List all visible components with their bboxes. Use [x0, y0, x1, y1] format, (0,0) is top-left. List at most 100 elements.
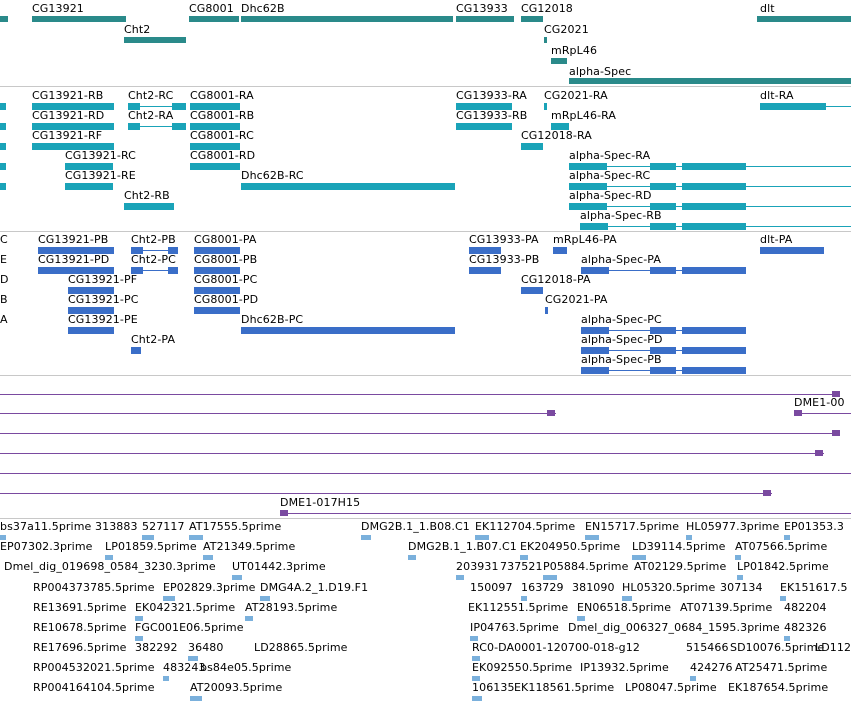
transcript-feature[interactable] [682, 223, 746, 230]
assembly-feature[interactable] [0, 493, 772, 494]
gene-feature[interactable] [544, 37, 547, 43]
transcript-feature[interactable] [0, 183, 6, 190]
transcript-feature[interactable] [0, 103, 6, 110]
edge-label: A [0, 313, 8, 326]
cds-label: alpha-Spec-PA [581, 253, 661, 266]
transcript-feature[interactable] [682, 203, 746, 210]
assembly-feature[interactable] [0, 433, 840, 434]
transcript-track: CG13921-RB Cht2-RC CG8001-RA CG13933-RA … [0, 87, 851, 231]
cds-label: CG13933-PA [469, 233, 539, 246]
est-feature[interactable] [472, 696, 482, 701]
assembly-feature[interactable] [0, 473, 851, 474]
est-label: EP02829.3prime [163, 581, 256, 594]
est-label: AT02129.5prime [634, 560, 727, 573]
cds-feature[interactable] [760, 247, 824, 254]
transcript-feature[interactable] [190, 163, 240, 170]
cds-feature[interactable] [194, 307, 240, 314]
transcript-feature[interactable] [0, 143, 6, 150]
transcript-feature[interactable] [544, 103, 547, 110]
cds-feature[interactable] [581, 367, 609, 374]
gene-label: CG13921 [32, 2, 84, 15]
gene-label: CG12018 [521, 2, 573, 15]
est-label: IP04763.5prime [470, 621, 559, 634]
gene-track: CG13921 Cht2 CG8001 Dhc62B CG13933 CG120… [0, 0, 851, 86]
transcript-feature[interactable] [172, 103, 186, 110]
transcript-label: CG13933-RA [456, 89, 527, 102]
est-feature[interactable] [408, 555, 416, 560]
gene-feature[interactable] [569, 78, 851, 84]
est-label: DMG2B.1_1.B08.C1 [361, 520, 470, 533]
est-feature[interactable] [190, 696, 202, 701]
gene-label: Dhc62B [241, 2, 285, 15]
gene-feature[interactable] [124, 37, 186, 43]
est-label: 515466 [686, 641, 729, 654]
gene-feature[interactable] [757, 16, 851, 22]
est-label: RE10678.5prime [33, 621, 127, 634]
transcript-label: CG12018-RA [521, 129, 592, 142]
est-label: 382292 [135, 641, 178, 654]
cds-feature[interactable] [469, 267, 501, 274]
gene-feature[interactable] [241, 16, 453, 22]
gene-feature[interactable] [189, 16, 239, 22]
est-feature[interactable] [361, 535, 371, 540]
transcript-feature[interactable] [128, 123, 140, 130]
cds-feature[interactable] [241, 327, 455, 334]
gene-feature[interactable] [456, 16, 514, 22]
transcript-label: CG13921-RE [65, 169, 136, 182]
transcript-feature[interactable] [760, 103, 826, 110]
gene-feature[interactable] [32, 16, 126, 22]
transcript-feature[interactable] [172, 123, 186, 130]
cds-feature[interactable] [131, 347, 141, 354]
transcript-feature[interactable] [65, 183, 113, 190]
transcript-feature[interactable] [650, 183, 676, 190]
transcript-feature[interactable] [682, 183, 746, 190]
transcript-feature[interactable] [456, 123, 512, 130]
assembly-feature[interactable] [794, 413, 851, 414]
est-label: AT07139.5prime [680, 601, 773, 614]
est-feature[interactable] [456, 575, 464, 580]
est-label: EK204950.5prime [520, 540, 621, 553]
cds-feature[interactable] [682, 347, 746, 354]
transcript-label: CG8001-RD [190, 149, 256, 162]
cds-feature[interactable] [168, 267, 178, 274]
cds-feature[interactable] [521, 287, 543, 294]
est-label: LP01842.5prime [737, 560, 829, 573]
est-feature[interactable] [543, 575, 557, 580]
est-label: 203931 [456, 560, 499, 573]
assembly-track: DME1-00 DME1-017H15 [0, 376, 851, 518]
transcript-feature[interactable] [0, 123, 6, 130]
transcript-feature[interactable] [650, 163, 676, 170]
gene-feature[interactable] [551, 58, 567, 64]
est-label: Dmel_dig_019698_0584_3230.3prime [4, 560, 216, 573]
transcript-feature[interactable] [241, 183, 455, 190]
transcript-feature[interactable] [682, 163, 746, 170]
assembly-feature[interactable] [0, 394, 840, 395]
assembly-feature[interactable] [0, 453, 824, 454]
cds-label: CG2021-PA [545, 293, 608, 306]
gene-feature[interactable] [0, 16, 8, 22]
transcript-feature[interactable] [580, 223, 608, 230]
cds-feature[interactable] [682, 327, 746, 334]
transcript-label: CG13921-RF [32, 129, 103, 142]
est-feature[interactable] [232, 575, 242, 580]
est-label: RP004373785.5prime [33, 581, 155, 594]
est-label: AT28193.5prime [245, 601, 338, 614]
cds-feature[interactable] [682, 267, 746, 274]
assembly-feature[interactable] [0, 413, 556, 414]
transcript-feature[interactable] [521, 143, 543, 150]
assembly-end [280, 510, 288, 516]
transcript-feature[interactable] [0, 163, 6, 170]
transcript-feature[interactable] [650, 223, 676, 230]
transcript-feature[interactable] [124, 203, 174, 210]
cds-feature[interactable] [553, 247, 567, 254]
cds-feature[interactable] [650, 367, 676, 374]
est-feature[interactable] [245, 616, 253, 621]
assembly-feature[interactable] [280, 513, 851, 514]
gene-feature[interactable] [521, 16, 543, 22]
cds-feature[interactable] [650, 267, 676, 274]
est-feature[interactable] [163, 676, 169, 681]
cds-feature[interactable] [68, 327, 114, 334]
cds-feature[interactable] [545, 307, 548, 314]
est-feature[interactable] [737, 575, 743, 580]
cds-feature[interactable] [682, 367, 746, 374]
